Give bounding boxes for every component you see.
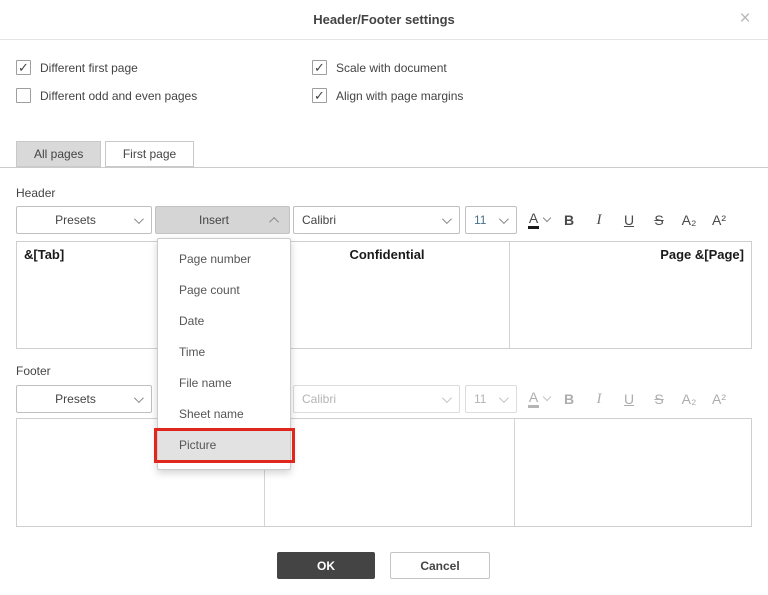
menu-item-date[interactable]: Date [158,306,290,337]
superscript-button: A² [712,391,726,407]
font-color-icon: A [527,211,540,229]
font-color-button: A [524,385,554,413]
checkbox-label: Different first page [40,60,138,75]
header-preview: &[Tab] Confidential Page &[Page] [16,241,752,349]
checkbox-align-with-page-margins[interactable]: ✓ Align with page margins [312,88,463,103]
dialog-titlebar: Header/Footer settings × [0,0,768,40]
strikethrough-button[interactable]: S [644,206,674,234]
chevron-down-icon [498,213,509,224]
bold-button[interactable]: B [554,206,584,234]
menu-item-page-number[interactable]: Page number [158,244,290,275]
footer-font-size-value: 11 [474,392,487,406]
checkbox-label: Align with page margins [336,88,464,103]
checkbox-label: Scale with document [336,60,447,75]
footer-presets-label: Presets [55,392,96,406]
font-color-button[interactable]: A [524,206,554,234]
menu-item-time[interactable]: Time [158,337,290,368]
cancel-button[interactable]: Cancel [390,552,490,579]
footer-format-buttons: A B I U S A₂ A² [524,385,734,413]
menu-item-file-name[interactable]: File name [158,368,290,399]
strikethrough-button: S [654,391,664,407]
checkbox-label: Different odd and even pages [40,88,198,103]
close-icon[interactable]: × [735,9,755,29]
header-font-name-value: Calibri [302,213,337,227]
tab-first-page[interactable]: First page [104,141,195,167]
superscript-button[interactable]: A² [704,206,734,234]
dialog-title: Header/Footer settings [313,12,455,27]
bold-button: B [563,391,575,407]
header-font-size-dropdown[interactable]: 11 [465,206,517,234]
footer-font-name-dropdown: Calibri [293,385,460,413]
footer-preview [16,418,752,527]
footer-right-cell[interactable] [514,419,751,526]
checkbox-scale-with-document[interactable]: ✓ Scale with document [312,60,447,75]
header-format-buttons: A B I U S A₂ A² [524,206,734,234]
checkbox-different-odd-even-pages[interactable]: Different odd and even pages [16,88,197,103]
footer-center-cell[interactable] [264,419,514,526]
header-section-label: Header [16,186,56,200]
chevron-down-icon [133,213,144,224]
header-presets-label: Presets [55,213,96,227]
header-font-name-dropdown[interactable]: Calibri [293,206,460,234]
checkbox-icon[interactable]: ✓ [312,88,327,103]
chevron-down-icon [441,213,452,224]
italic-button: I [596,390,602,407]
subscript-button: A₂ [681,391,697,407]
ok-button[interactable]: OK [277,552,375,579]
footer-section-label: Footer [16,364,51,378]
tab-all-pages[interactable]: All pages [16,141,102,167]
chevron-down-icon [498,392,509,403]
underline-button[interactable]: U [614,206,644,234]
header-footer-settings-dialog: Header/Footer settings × ✓ Different fir… [0,0,768,595]
subscript-button[interactable]: A₂ [674,206,704,234]
menu-item-sheet-name[interactable]: Sheet name [158,399,290,430]
footer-presets-dropdown[interactable]: Presets [16,385,152,413]
header-insert-label: Insert [198,213,229,227]
chevron-down-icon [441,392,452,403]
page-tabs: All pages First page [0,141,768,168]
footer-font-name-value: Calibri [302,392,337,406]
chevron-down-icon [542,392,552,402]
chevron-down-icon [133,392,144,403]
italic-button[interactable]: I [584,206,614,234]
chevron-down-icon [542,213,552,223]
header-center-cell[interactable]: Confidential [264,242,509,348]
checkbox-icon[interactable]: ✓ [312,60,327,75]
menu-item-picture[interactable]: Picture [158,430,290,461]
header-right-cell[interactable]: Page &[Page] [509,242,751,348]
underline-button: U [623,391,635,407]
checkbox-icon[interactable] [16,88,31,103]
header-insert-dropdown[interactable]: Insert [155,206,290,234]
insert-menu: Page number Page count Date Time File na… [157,238,291,470]
header-presets-dropdown[interactable]: Presets [16,206,152,234]
menu-item-page-count[interactable]: Page count [158,275,290,306]
checkbox-icon[interactable]: ✓ [16,60,31,75]
header-font-size-value: 11 [474,213,487,227]
footer-font-size-dropdown: 11 [465,385,517,413]
checkbox-different-first-page[interactable]: ✓ Different first page [16,60,138,75]
font-color-icon: A [527,390,540,408]
